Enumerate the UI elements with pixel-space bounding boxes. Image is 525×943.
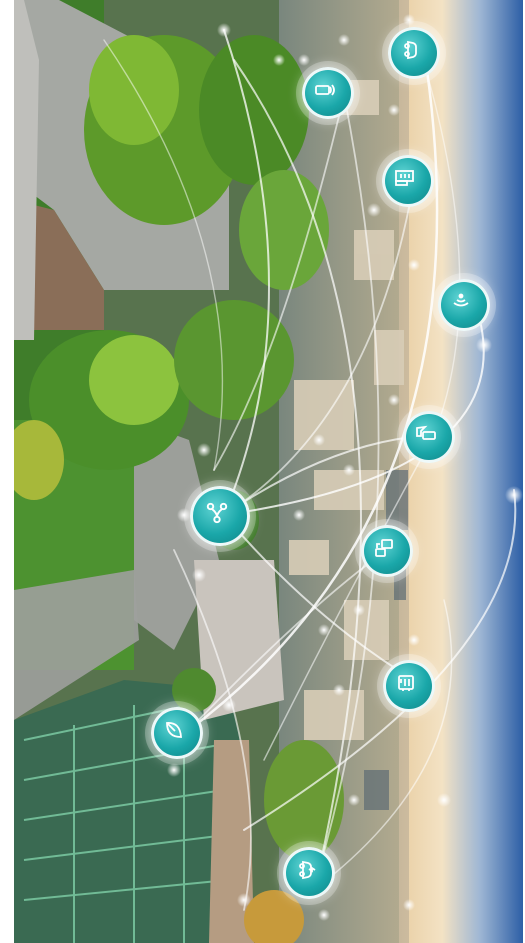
energy-meter-icon: [383, 660, 435, 712]
electric-car-icon: [283, 847, 335, 899]
car-icon: [388, 27, 440, 79]
glass-building: [14, 680, 244, 943]
sky: [399, 0, 523, 943]
wifi-signal-icon: [438, 279, 490, 331]
device-connect-icon: [361, 525, 413, 577]
smart-city-aerial-photo: [14, 0, 523, 943]
city-illustration: [14, 0, 523, 943]
phone-hand-icon: [403, 411, 455, 463]
building-icon: [382, 155, 434, 207]
smartphone-wifi-icon: [302, 67, 354, 119]
leaf-icon: [151, 707, 203, 759]
network-hub-icon: [190, 486, 250, 546]
